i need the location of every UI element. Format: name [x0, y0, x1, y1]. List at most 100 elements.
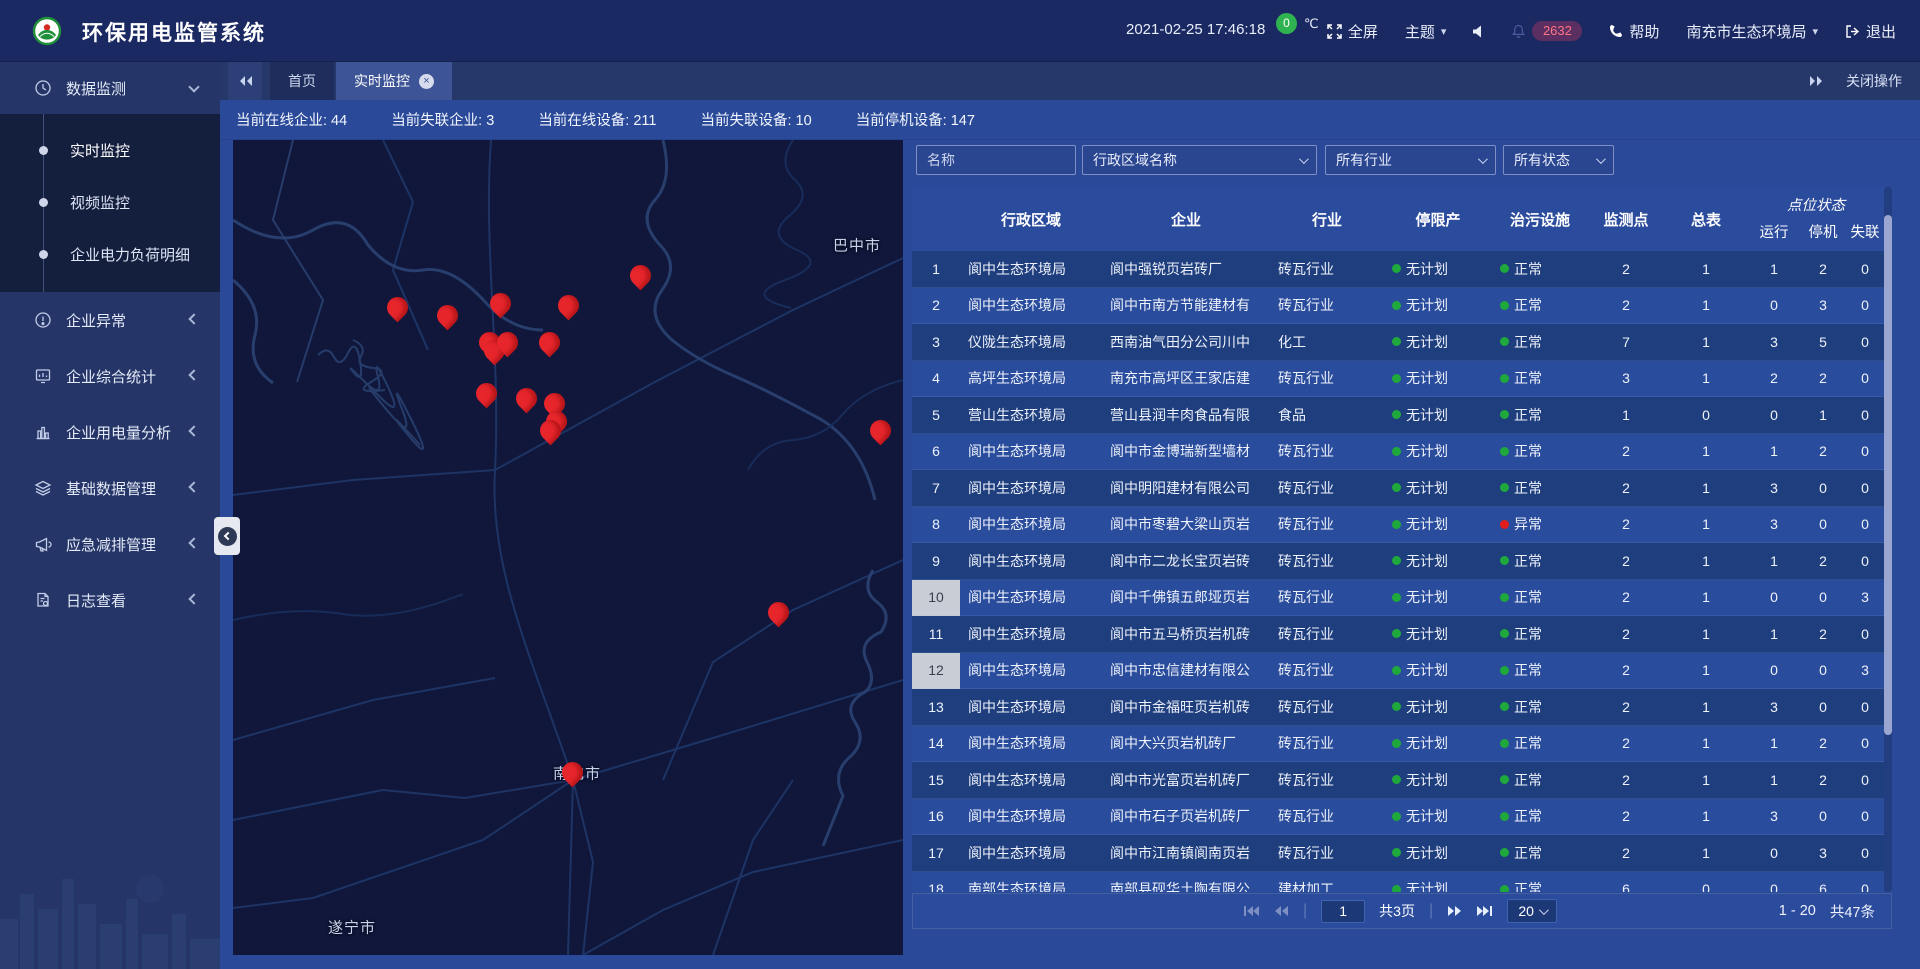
- close-operations-button[interactable]: 关闭操作: [1846, 71, 1902, 91]
- cell-industry: 化工: [1270, 324, 1384, 361]
- cell-stop: 2: [1800, 726, 1846, 763]
- tab-实时监控[interactable]: 实时监控×: [336, 62, 452, 100]
- map-panel[interactable]: 巴中市南充市遂宁市: [233, 140, 903, 955]
- row-index: 18: [912, 872, 960, 893]
- table-row[interactable]: 13阆中生态环境局阆中市金福旺页岩机砖砖瓦行业无计划正常21300: [912, 689, 1884, 726]
- cell-lost: 0: [1846, 543, 1884, 580]
- cell-region: 营山生态环境局: [960, 397, 1102, 434]
- page-size-select[interactable]: 20: [1507, 899, 1557, 923]
- first-page-button[interactable]: [1243, 905, 1260, 917]
- cell-meter: 1: [1664, 726, 1748, 763]
- theme-dropdown[interactable]: 主题 ▾: [1405, 21, 1447, 42]
- sidebar-subitem-企业电力负荷明细[interactable]: 企业电力负荷明细: [0, 228, 220, 280]
- row-index: 17: [912, 835, 960, 872]
- table-row[interactable]: 18南部生态环境局南部县砚华土陶有限公建材加工无计划正常60060: [912, 872, 1884, 893]
- cell-stop: 0: [1800, 689, 1846, 726]
- table-row[interactable]: 3仪陇生态环境局西南油气田分公司川中化工无计划正常71350: [912, 324, 1884, 361]
- cell-meter: 0: [1664, 397, 1748, 434]
- cell-meter: 1: [1664, 361, 1748, 398]
- cell-limit-status: 无计划: [1384, 762, 1492, 799]
- page-number-input[interactable]: [1321, 900, 1365, 923]
- map-roads: [233, 140, 903, 955]
- cell-company: 营山县润丰肉食品有限: [1102, 397, 1270, 434]
- skyline-decoration: [0, 849, 220, 969]
- sidebar: 数据监测实时监控视频监控企业电力负荷明细企业异常企业综合统计企业用电量分析基础数…: [0, 62, 220, 969]
- cell-facility-status: 正常: [1492, 689, 1588, 726]
- cell-run: 2: [1748, 361, 1800, 398]
- last-page-button[interactable]: [1476, 905, 1493, 917]
- row-index: 11: [912, 616, 960, 653]
- table-row[interactable]: 10阆中生态环境局阆中千佛镇五郎垭页岩砖瓦行业无计划正常21003: [912, 580, 1884, 617]
- row-index: 1: [912, 251, 960, 288]
- sidebar-collapse-handle[interactable]: [214, 517, 240, 555]
- table-row[interactable]: 4高坪生态环境局南充市高坪区王家店建砖瓦行业无计划正常31220: [912, 361, 1884, 398]
- table-row[interactable]: 1阆中生态环境局阆中强锐页岩砖厂砖瓦行业无计划正常21120: [912, 251, 1884, 288]
- prev-page-button[interactable]: [1274, 905, 1289, 917]
- cell-company: 阆中市石子页岩机砖厂: [1102, 799, 1270, 836]
- tab-首页[interactable]: 首页: [270, 62, 334, 100]
- table-row[interactable]: 11阆中生态环境局阆中市五马桥页岩机砖砖瓦行业无计划正常21120: [912, 616, 1884, 653]
- user-org-dropdown[interactable]: 南充市生态环境局 ▾: [1686, 21, 1818, 42]
- cell-region: 阆中生态环境局: [960, 799, 1102, 836]
- cell-lost: 3: [1846, 653, 1884, 690]
- table-row[interactable]: 7阆中生态环境局阆中明阳建材有限公司砖瓦行业无计划正常21300: [912, 470, 1884, 507]
- cell-facility-status: 正常: [1492, 434, 1588, 471]
- sidebar-item-2[interactable]: 企业异常: [0, 292, 220, 348]
- fullscreen-button[interactable]: 全屏: [1327, 21, 1378, 42]
- region-select[interactable]: 行政区域名称: [1082, 145, 1317, 175]
- table-row[interactable]: 14阆中生态环境局阆中大兴页岩机砖厂砖瓦行业无计划正常21120: [912, 726, 1884, 763]
- sound-toggle[interactable]: [1473, 25, 1484, 38]
- cell-facility-status: 正常: [1492, 580, 1588, 617]
- table-row[interactable]: 8阆中生态环境局阆中市枣碧大梁山页岩砖瓦行业无计划异常21300: [912, 507, 1884, 544]
- sidebar-subitem-label: 企业电力负荷明细: [70, 244, 190, 265]
- table-scrollbar[interactable]: [1884, 187, 1892, 892]
- chevron-down-icon: [188, 81, 199, 92]
- stat-item: 当前失联企业: 3: [391, 109, 494, 130]
- cell-lost: 0: [1846, 470, 1884, 507]
- tabs-scroll-left-button[interactable]: [228, 62, 262, 100]
- cell-company: 阆中市光富页岩机砖厂: [1102, 762, 1270, 799]
- cell-monitor: 2: [1588, 762, 1664, 799]
- cell-region: 阆中生态环境局: [960, 653, 1102, 690]
- double-right-arrow-icon[interactable]: [1809, 75, 1824, 87]
- cell-meter: 1: [1664, 288, 1748, 325]
- table-row[interactable]: 5营山生态环境局营山县润丰肉食品有限食品无计划正常10010: [912, 397, 1884, 434]
- sidebar-subitem-实时监控[interactable]: 实时监控: [0, 124, 220, 176]
- status-select[interactable]: 所有状态: [1503, 145, 1614, 175]
- help-button[interactable]: 帮助: [1609, 21, 1659, 42]
- name-search-input[interactable]: 名称: [916, 145, 1076, 175]
- user-org-label: 南充市生态环境局: [1686, 21, 1806, 42]
- table-row[interactable]: 16阆中生态环境局阆中市石子页岩机砖厂砖瓦行业无计划正常21300: [912, 799, 1884, 836]
- cell-industry: 砖瓦行业: [1270, 799, 1384, 836]
- table-row[interactable]: 12阆中生态环境局阆中市忠信建材有限公砖瓦行业无计划正常21003: [912, 653, 1884, 690]
- sidebar-item-3[interactable]: 企业综合统计: [0, 348, 220, 404]
- sidebar-item-4[interactable]: 企业用电量分析: [0, 404, 220, 460]
- sidebar-item-6[interactable]: 应急减排管理: [0, 516, 220, 572]
- sidebar-item-7[interactable]: 日志查看: [0, 572, 220, 628]
- sidebar-subitem-视频监控[interactable]: 视频监控: [0, 176, 220, 228]
- chevron-left-icon: [188, 537, 199, 548]
- logout-button[interactable]: 退出: [1845, 21, 1896, 42]
- row-index: 14: [912, 726, 960, 763]
- table-row[interactable]: 2阆中生态环境局阆中市南方节能建材有砖瓦行业无计划正常21030: [912, 288, 1884, 325]
- table-row[interactable]: 15阆中生态环境局阆中市光富页岩机砖厂砖瓦行业无计划正常21120: [912, 762, 1884, 799]
- scrollbar-thumb[interactable]: [1884, 215, 1892, 735]
- table-row[interactable]: 9阆中生态环境局阆中市二龙长宝页岩砖砖瓦行业无计划正常21120: [912, 543, 1884, 580]
- cell-meter: 1: [1664, 324, 1748, 361]
- sidebar-item-5[interactable]: 基础数据管理: [0, 460, 220, 516]
- industry-select[interactable]: 所有行业: [1325, 145, 1496, 175]
- table-row[interactable]: 6阆中生态环境局阆中市金博瑞新型墙材砖瓦行业无计划正常21120: [912, 434, 1884, 471]
- status-dot-green-icon: [1392, 629, 1401, 638]
- tab-close-icon[interactable]: ×: [419, 74, 434, 89]
- cell-industry: 砖瓦行业: [1270, 689, 1384, 726]
- notifications[interactable]: 2632: [1511, 21, 1582, 41]
- cell-lost: 0: [1846, 799, 1884, 836]
- cell-facility-status: 正常: [1492, 726, 1588, 763]
- cell-limit-status: 无计划: [1384, 507, 1492, 544]
- table-row[interactable]: 17阆中生态环境局阆中市江南镇阆南页岩砖瓦行业无计划正常21030: [912, 835, 1884, 872]
- cell-region: 高坪生态环境局: [960, 361, 1102, 398]
- sidebar-item-1[interactable]: 数据监测: [0, 62, 220, 114]
- next-page-button[interactable]: [1447, 905, 1462, 917]
- status-dot-green-icon: [1392, 337, 1401, 346]
- cell-lost: 0: [1846, 689, 1884, 726]
